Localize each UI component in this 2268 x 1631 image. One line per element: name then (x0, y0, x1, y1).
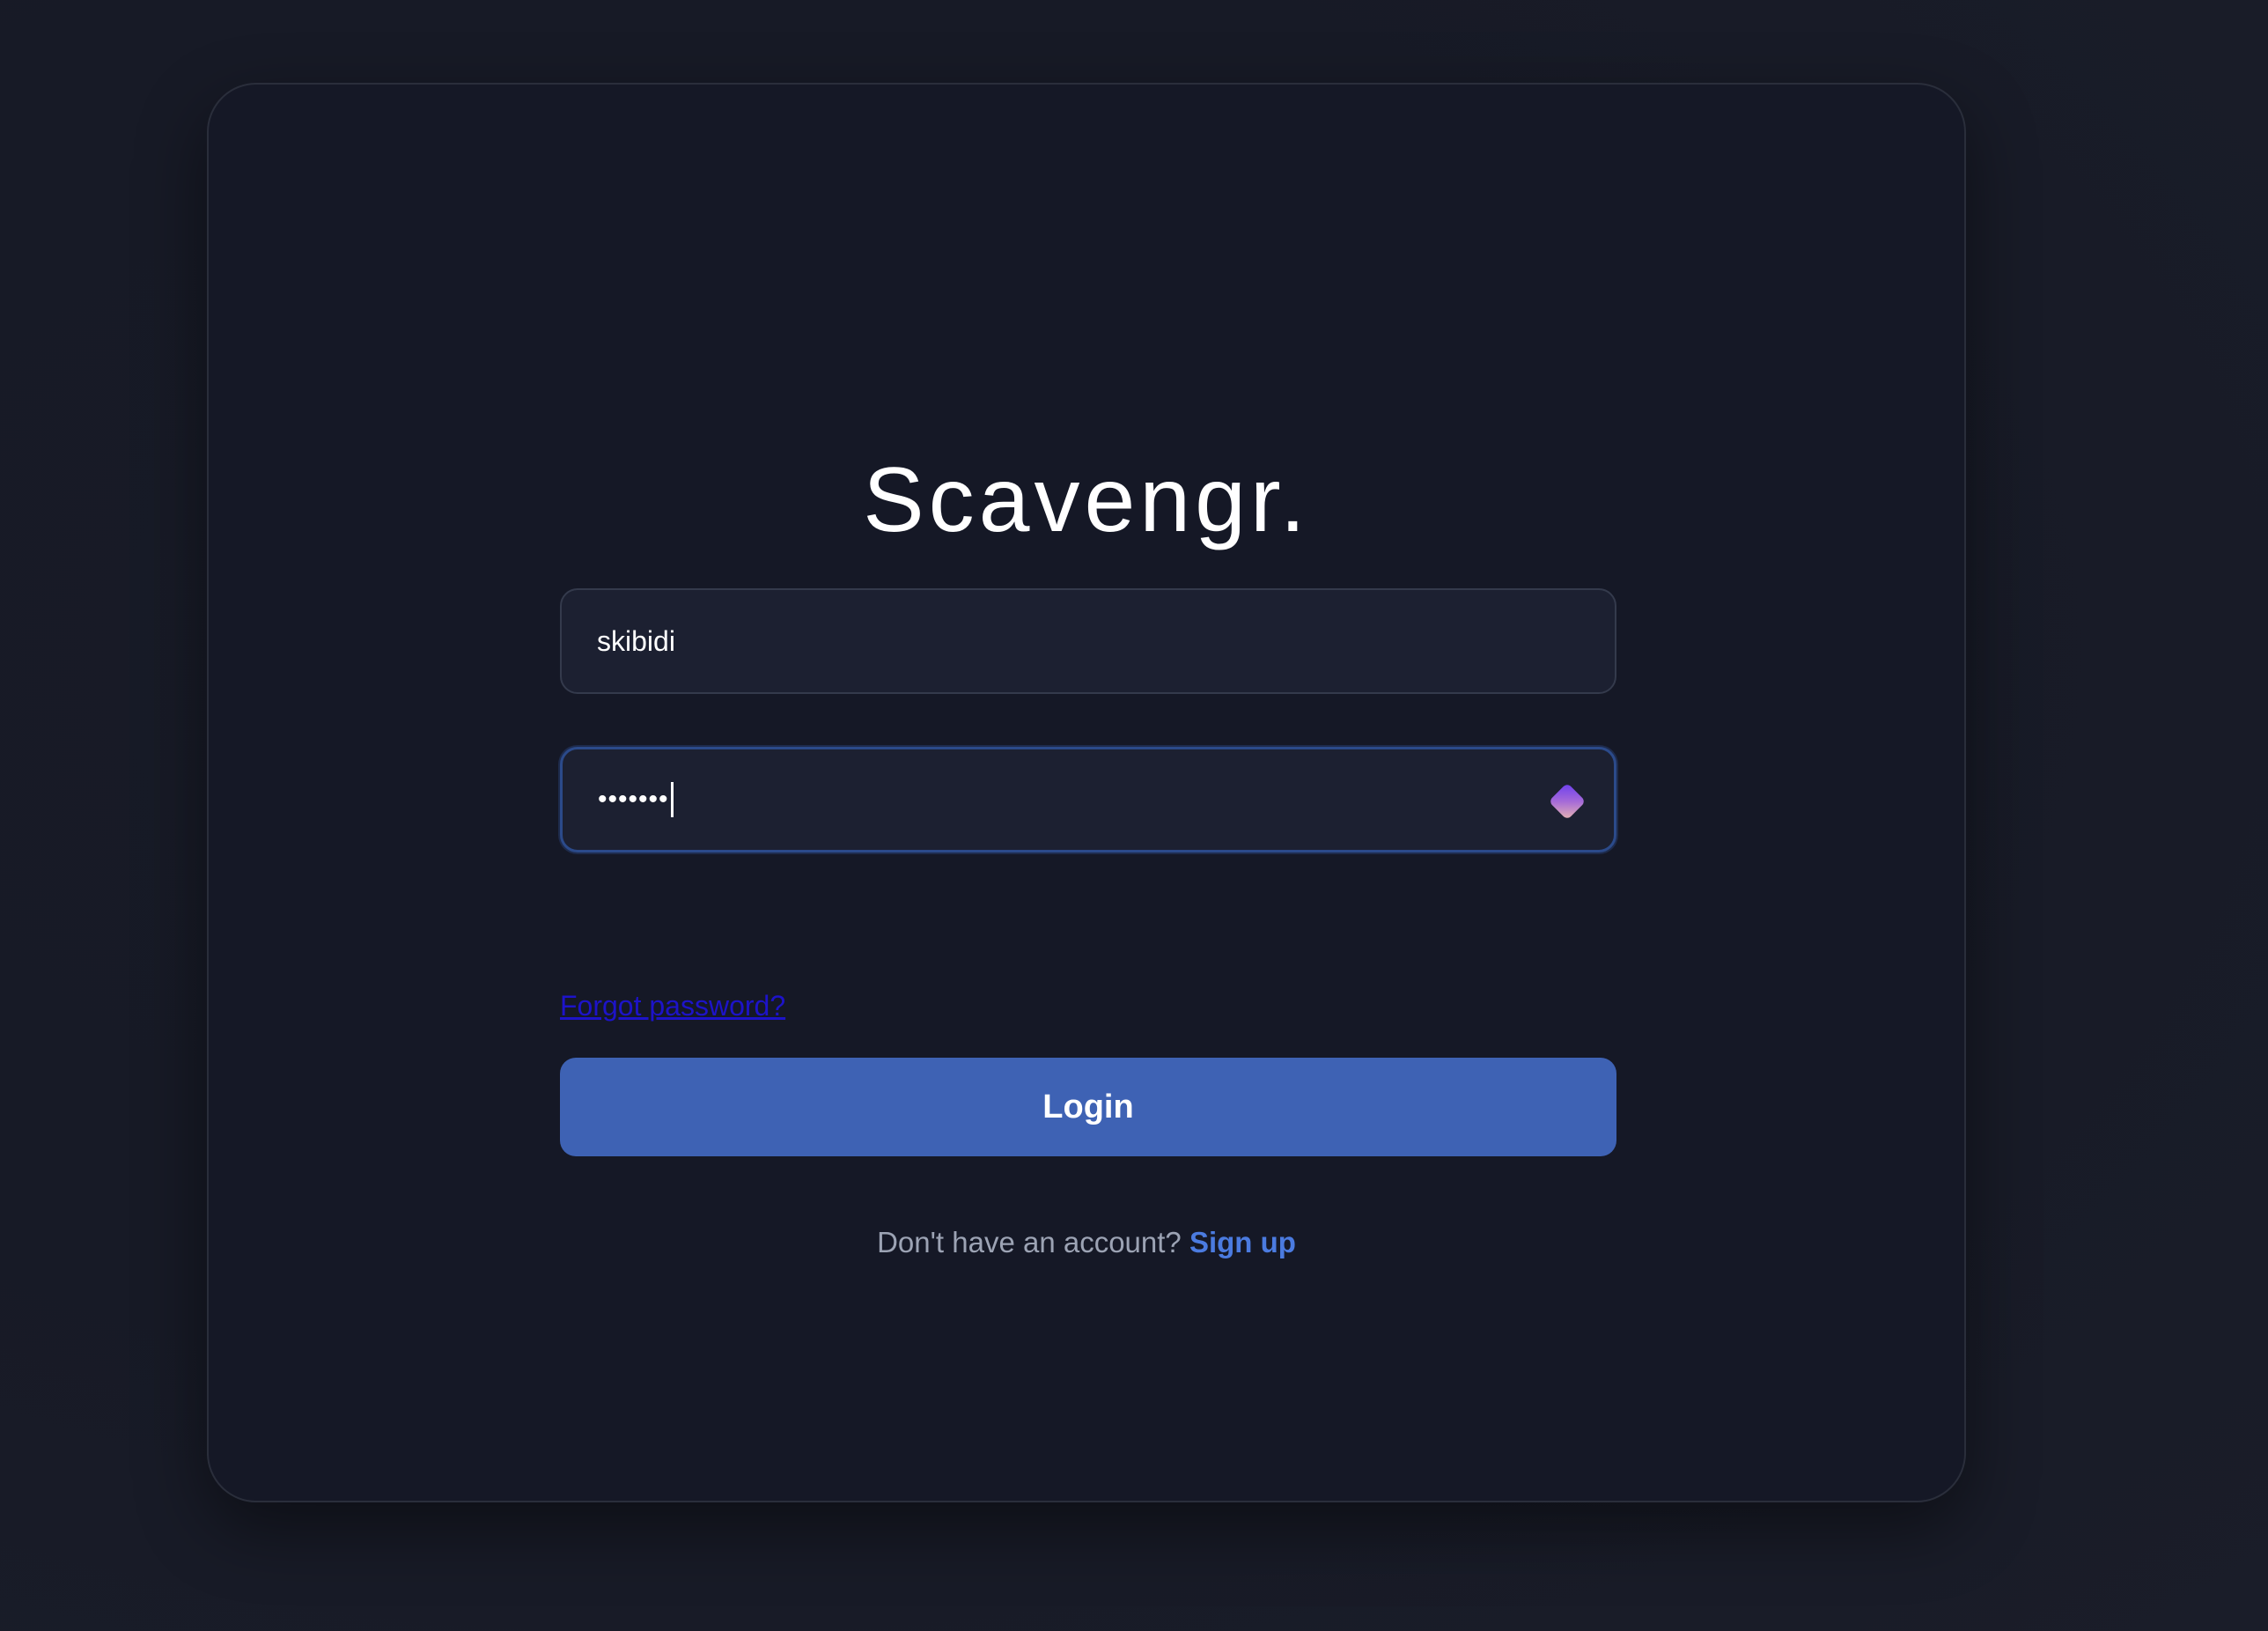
password-field[interactable]: ••••••• (560, 747, 1616, 852)
login-card: Scavengr. skibidi ••••••• Forgot passwor… (207, 83, 1966, 1502)
signup-link[interactable]: Sign up (1189, 1226, 1296, 1258)
username-value: skibidi (597, 624, 675, 657)
login-button[interactable]: Login (560, 1058, 1616, 1156)
password-manager-icon[interactable] (1545, 779, 1589, 823)
text-cursor (670, 782, 674, 817)
signup-prompt: Don't have an account? (877, 1226, 1182, 1258)
app-title: Scavengr. (863, 449, 1310, 551)
password-value: ••••••• (598, 785, 669, 814)
signup-row: Don't have an account? Sign up (209, 1226, 1964, 1259)
username-field[interactable]: skibidi (560, 588, 1616, 694)
forgot-password-link[interactable]: Forgot password? (560, 990, 785, 1022)
